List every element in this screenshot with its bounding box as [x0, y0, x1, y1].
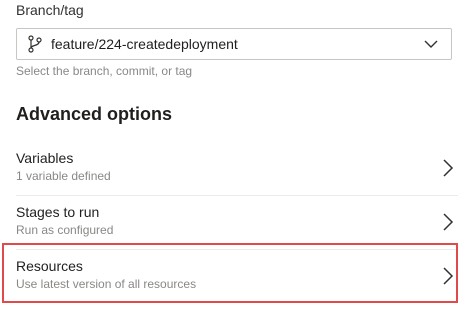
option-subtitle: Run as configured: [16, 223, 114, 237]
chevron-right-icon: [443, 267, 454, 285]
branch-tag-label: Branch/tag: [16, 2, 84, 18]
chevron-right-icon: [443, 213, 454, 231]
variables-option[interactable]: Variables 1 variable defined: [0, 141, 474, 195]
option-title: Variables: [16, 150, 74, 166]
option-subtitle: 1 variable defined: [16, 169, 111, 183]
resources-option[interactable]: Resources Use latest version of all reso…: [0, 249, 474, 303]
stages-to-run-option[interactable]: Stages to run Run as configured: [0, 195, 474, 249]
branch-helper-text: Select the branch, commit, or tag: [16, 64, 193, 78]
branch-select-dropdown[interactable]: feature/224-createdeployment: [16, 28, 452, 60]
option-title: Resources: [16, 258, 83, 274]
advanced-options-heading: Advanced options: [16, 104, 173, 124]
chevron-down-icon: [423, 36, 439, 52]
branch-select-value: feature/224-createdeployment: [51, 36, 238, 52]
chevron-right-icon: [443, 159, 454, 177]
option-title: Stages to run: [16, 204, 100, 220]
option-subtitle: Use latest version of all resources: [16, 277, 197, 291]
git-branch-icon: [27, 35, 43, 53]
